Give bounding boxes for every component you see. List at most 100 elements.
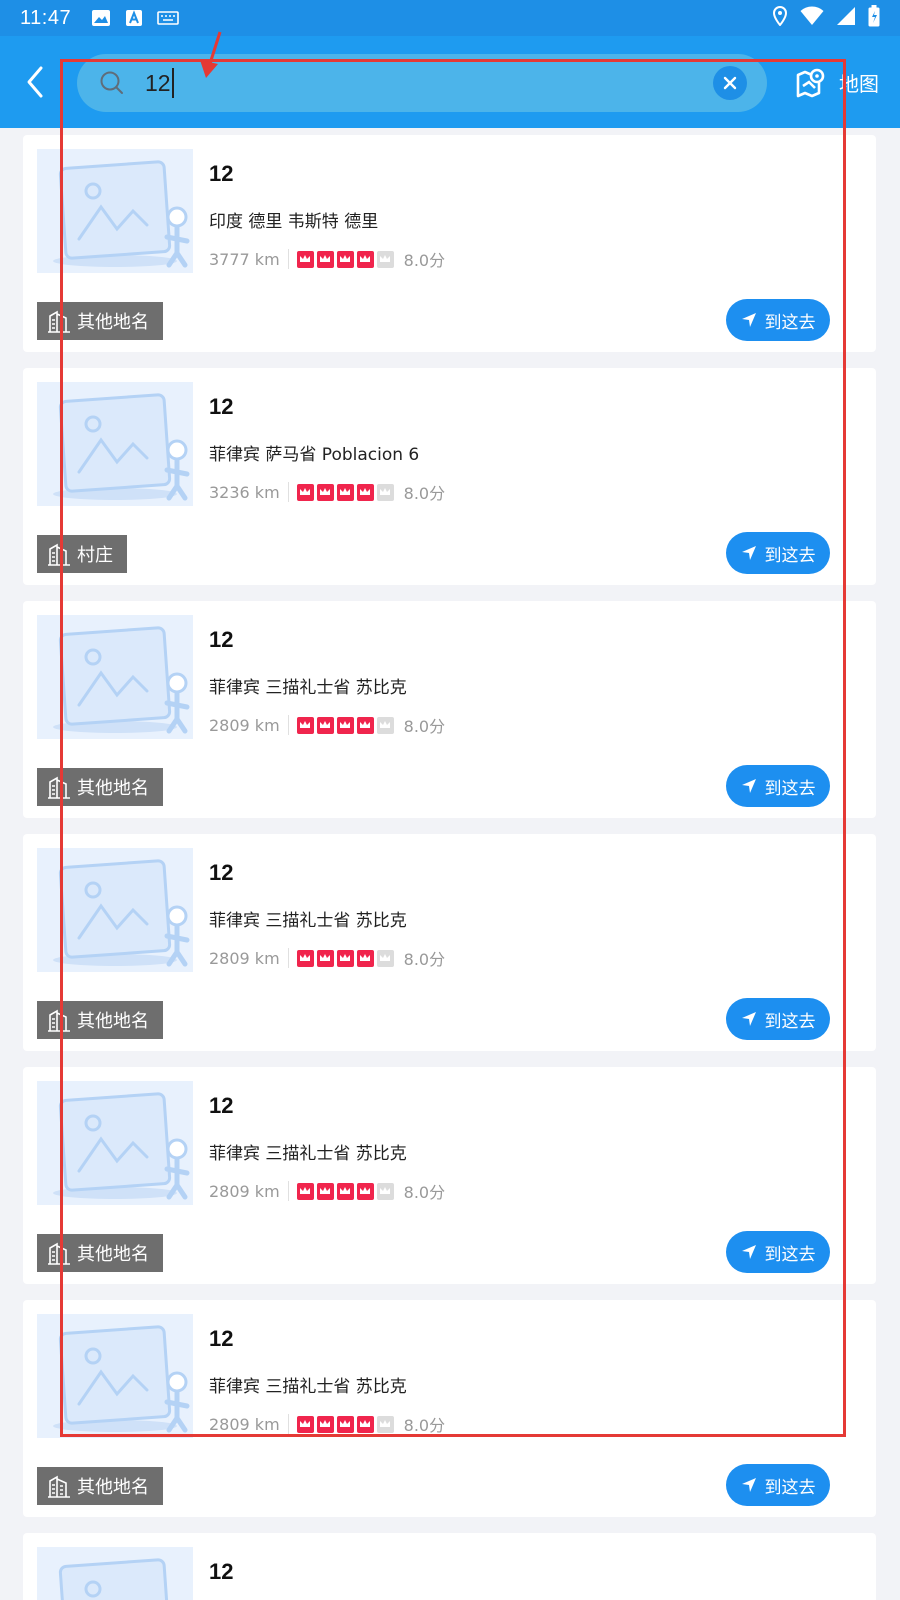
crown-icon (376, 483, 394, 501)
result-card[interactable]: 12 菲律宾 三描礼士省 苏比克 2809 km 8.0分 其他地名 到这去 (23, 834, 876, 1051)
navigation-arrow-icon (741, 1011, 757, 1027)
result-card[interactable]: 12 (23, 1533, 876, 1600)
rating-stars (296, 483, 394, 501)
crown-icon (356, 949, 374, 967)
divider (287, 948, 289, 968)
place-type-tag: 其他地名 (37, 302, 163, 340)
crown-icon (356, 716, 374, 734)
result-card[interactable]: 12 菲律宾 三描礼士省 苏比克 2809 km 8.0分 其他地名 到这去 (23, 601, 876, 818)
search-input[interactable]: 12 (145, 68, 713, 98)
result-score: 8.0分 (403, 1183, 446, 1202)
navigate-button[interactable]: 到这去 (726, 1231, 830, 1273)
crown-icon (336, 1182, 354, 1200)
placeholder-image-icon (37, 1081, 193, 1205)
navigate-label: 到这去 (764, 312, 816, 333)
navigation-arrow-icon (741, 312, 757, 328)
crown-icon (376, 716, 394, 734)
navigate-button[interactable]: 到这去 (726, 299, 830, 341)
result-meta: 3777 km 8.0分 (209, 247, 445, 271)
place-type-label: 其他地名 (77, 778, 149, 799)
crown-icon (316, 949, 334, 967)
navigate-button[interactable]: 到这去 (726, 532, 830, 574)
text-cursor (171, 68, 174, 98)
rating-stars (296, 1415, 394, 1433)
crown-icon (296, 1415, 314, 1433)
place-type-tag: 其他地名 (37, 768, 163, 806)
crown-icon (316, 1415, 334, 1433)
wifi-icon (800, 6, 824, 30)
placeholder-image-icon (37, 382, 193, 506)
map-button[interactable]: 地图 (795, 56, 879, 108)
result-distance: 2809 km (209, 1414, 280, 1434)
placeholder-image-icon (37, 848, 193, 972)
crown-icon (316, 1182, 334, 1200)
navigation-arrow-icon (741, 545, 757, 561)
clear-search-button[interactable] (713, 66, 747, 100)
crown-icon (336, 250, 354, 268)
placeholder-image-icon (37, 1314, 193, 1438)
result-card[interactable]: 12 菲律宾 萨马省 Poblacion 6 3236 km 8.0分 村庄 到… (23, 368, 876, 585)
crown-icon (376, 250, 394, 268)
building-icon (47, 308, 71, 334)
result-card[interactable]: 12 菲律宾 三描礼士省 苏比克 2809 km 8.0分 其他地名 到这去 (23, 1300, 876, 1517)
navigation-arrow-icon (741, 1244, 757, 1260)
rating-stars (296, 1182, 394, 1200)
result-title: 12 (209, 1559, 234, 1584)
crown-icon (376, 1182, 394, 1200)
result-distance: 2809 km (209, 715, 280, 735)
crown-icon (376, 1415, 394, 1433)
result-score: 8.0分 (403, 251, 446, 270)
place-type-tag: 其他地名 (37, 1234, 163, 1272)
result-address: 印度 德里 韦斯特 德里 (209, 212, 379, 232)
result-title: 12 (209, 394, 234, 419)
place-type-tag: 村庄 (37, 535, 127, 573)
result-card[interactable]: 12 菲律宾 三描礼士省 苏比克 2809 km 8.0分 其他地名 到这去 (23, 1067, 876, 1284)
crown-icon (356, 1182, 374, 1200)
place-type-tag: 其他地名 (37, 1001, 163, 1039)
navigation-arrow-icon (741, 778, 757, 794)
crown-icon (376, 949, 394, 967)
crown-icon (296, 250, 314, 268)
crown-icon (356, 483, 374, 501)
search-header: 12 地图 (0, 36, 900, 128)
result-score: 8.0分 (403, 717, 446, 736)
crown-icon (296, 716, 314, 734)
battery-icon (868, 5, 880, 31)
back-button[interactable] (0, 36, 70, 128)
result-meta: 2809 km 8.0分 (209, 1412, 445, 1436)
building-icon (47, 1473, 71, 1499)
result-address: 菲律宾 三描礼士省 苏比克 (209, 911, 407, 931)
result-card[interactable]: 12 印度 德里 韦斯特 德里 3777 km 8.0分 其他地名 到这去 (23, 135, 876, 352)
navigate-label: 到这去 (764, 1244, 816, 1265)
divider (287, 1181, 289, 1201)
crown-icon (296, 949, 314, 967)
result-meta: 2809 km 8.0分 (209, 946, 445, 970)
navigate-button[interactable]: 到这去 (726, 765, 830, 807)
navigate-button[interactable]: 到这去 (726, 998, 830, 1040)
divider (287, 1414, 289, 1434)
result-distance: 2809 km (209, 948, 280, 968)
navigate-button[interactable]: 到这去 (726, 1464, 830, 1506)
result-title: 12 (209, 161, 234, 186)
signal-icon (836, 6, 856, 30)
divider (287, 249, 289, 269)
status-bar: 11:47 (0, 0, 900, 36)
status-time: 11:47 (20, 6, 72, 29)
divider (287, 715, 289, 735)
rating-stars (296, 250, 394, 268)
placeholder-image-icon (37, 1547, 193, 1600)
result-meta: 2809 km 8.0分 (209, 1179, 445, 1203)
place-type-label: 村庄 (77, 545, 113, 566)
building-icon (47, 1007, 71, 1033)
result-score: 8.0分 (403, 1416, 446, 1435)
crown-icon (296, 483, 314, 501)
crown-icon (336, 1415, 354, 1433)
result-address: 菲律宾 三描礼士省 苏比克 (209, 678, 407, 698)
map-label: 地图 (839, 71, 879, 96)
result-distance: 3236 km (209, 482, 280, 502)
crown-icon (356, 1415, 374, 1433)
place-type-label: 其他地名 (77, 1477, 149, 1498)
result-meta: 2809 km 8.0分 (209, 713, 445, 737)
rating-stars (296, 716, 394, 734)
search-box[interactable]: 12 (77, 54, 767, 112)
